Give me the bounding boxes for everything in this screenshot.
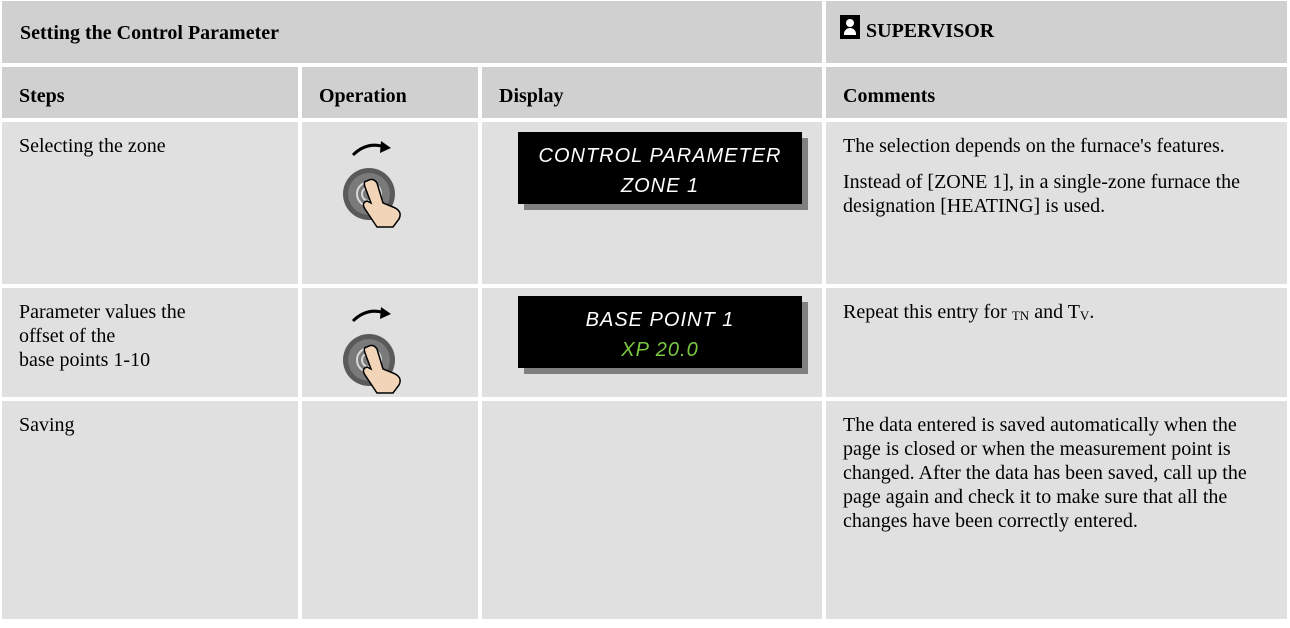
rotary-knob-icon [337,297,417,397]
step-cell: Parameter values the offset of the base … [2,288,302,401]
lcd-display: BASE POINT 1 XP 20.0 [518,296,802,368]
role-label: SUPERVISOR [866,20,995,42]
lcd-display: CONTROL PARAMETER ZONE 1 [518,132,802,204]
user-icon [840,15,860,39]
step-label: Selecting the zone [19,135,166,157]
instruction-table: Setting the Control Parameter SUPERVISOR… [2,1,1287,623]
step-label-line: offset of the [19,325,116,347]
column-header-steps: Steps [2,67,302,122]
operation-cell [302,288,482,401]
comment-cell: The selection depends on the furnace's f… [826,122,1287,288]
display-cell: CONTROL PARAMETER ZONE 1 [482,122,826,288]
comment-text: Repeat this entry for TN and TV. [843,301,1095,323]
role-cell: SUPERVISOR [826,1,1287,67]
operation-cell [302,122,482,288]
lcd-line-2: ZONE 1 [620,175,700,197]
lcd-line-2: XP 20.0 [621,339,699,361]
step-label: Saving [19,414,75,436]
rotary-knob-icon [337,131,417,231]
title-cell: Setting the Control Parameter [2,1,826,67]
lcd-line-1: CONTROL PARAMETER [538,145,782,167]
step-cell: Selecting the zone [2,122,302,288]
comment-text: Instead of [ZONE 1], in a single-zone fu… [843,171,1241,217]
step-cell: Saving [2,401,302,623]
comment-cell: Repeat this entry for TN and TV. [826,288,1287,401]
page-title: Setting the Control Parameter [20,22,280,44]
table-row: Saving The data entered is saved automat… [2,401,1287,623]
table-row: Selecting the zone CONTROL PARAMETER ZON… [2,122,1287,288]
lcd-line-1: BASE POINT 1 [585,309,735,331]
step-label-line: base points 1-10 [19,349,151,371]
display-cell [482,401,826,623]
display-cell: BASE POINT 1 XP 20.0 [482,288,826,401]
column-header-comments: Comments [826,67,1287,122]
column-header-display: Display [482,67,826,122]
comment-cell: The data entered is saved automatically … [826,401,1287,623]
table-row: Parameter values the offset of the base … [2,288,1287,401]
comment-text: The selection depends on the furnace's f… [843,135,1225,157]
step-label-line: Parameter values the [19,301,186,323]
operation-cell [302,401,482,623]
comment-text: The data entered is saved automatically … [843,414,1247,532]
column-header-operation: Operation [302,67,482,122]
manual-page: Setting the Control Parameter SUPERVISOR… [0,0,1290,628]
